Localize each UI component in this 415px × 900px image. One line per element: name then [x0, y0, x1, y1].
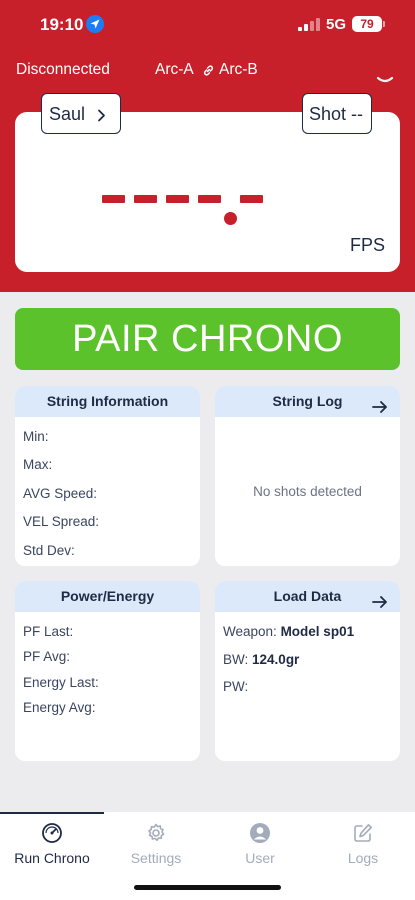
- status-time: 19:10: [40, 15, 84, 34]
- tab-label: Run Chrono: [14, 850, 90, 866]
- card-title: Power/Energy: [15, 581, 200, 612]
- cellular-signal-icon: [298, 18, 320, 31]
- tab-run-chrono[interactable]: Run Chrono: [0, 822, 104, 872]
- power-energy-card: Power/Energy PF Last: PF Avg: Energy Las…: [15, 581, 200, 761]
- tab-label: Logs: [347, 850, 379, 866]
- pf-avg-label: PF Avg:: [23, 649, 71, 664]
- battery-icon: 79: [352, 16, 382, 32]
- pair-chrono-button[interactable]: PAIR CHRONO: [15, 308, 400, 370]
- battery-tip: [383, 21, 385, 27]
- loading-spinner-icon: [376, 72, 394, 90]
- pw-label: PW:: [223, 679, 249, 694]
- speedometer-icon: [41, 822, 63, 844]
- user-name: Saul: [49, 104, 86, 124]
- link-icon: [201, 63, 216, 83]
- gear-icon: [145, 822, 167, 844]
- energy-last-label: Energy Last:: [23, 675, 99, 690]
- max-label: Max:: [23, 457, 53, 472]
- network-type: 5G: [326, 16, 347, 33]
- avg-speed-label: AVG Speed:: [23, 486, 98, 501]
- string-log-card[interactable]: String Log No shots detected: [215, 386, 400, 566]
- arrow-right-icon[interactable]: [372, 394, 388, 425]
- velocity-digit-placeholder: [102, 195, 125, 203]
- bw-value: 124.0gr: [252, 652, 300, 667]
- velocity-digit-placeholder: [198, 195, 221, 203]
- chrono-display: [15, 112, 400, 272]
- tab-user[interactable]: User: [208, 822, 312, 872]
- tab-label: Settings: [130, 850, 182, 866]
- user-select-button[interactable]: Saul: [41, 93, 121, 134]
- load-data-title: Load Data: [273, 588, 342, 604]
- tab-settings[interactable]: Settings: [104, 822, 208, 872]
- device-a-label: Arc-A: [155, 61, 194, 78]
- weapon-label: Weapon:: [223, 624, 277, 639]
- shot-label: Shot --: [309, 104, 364, 124]
- tab-logs[interactable]: Logs: [311, 822, 415, 872]
- min-label: Min:: [23, 429, 49, 444]
- string-log-title: String Log: [272, 393, 343, 409]
- bw-label: BW:: [223, 652, 249, 667]
- weapon-field: Weapon: Model sp01: [223, 624, 354, 639]
- weapon-value: Model sp01: [280, 624, 355, 639]
- active-tab-indicator: [0, 812, 104, 814]
- device-b-label: Arc-B: [219, 61, 258, 78]
- card-title: String Information: [15, 386, 200, 417]
- decimal-point-indicator: [224, 212, 237, 225]
- std-dev-label: Std Dev:: [23, 543, 75, 558]
- vel-spread-label: VEL Spread:: [23, 514, 100, 529]
- string-information-card: String Information Min: Max: AVG Speed: …: [15, 386, 200, 566]
- shot-counter-button[interactable]: Shot --: [302, 93, 372, 134]
- home-indicator: [134, 885, 281, 890]
- pf-last-label: PF Last:: [23, 624, 74, 639]
- velocity-digit-placeholder: [240, 195, 263, 203]
- load-data-card[interactable]: Load Data Weapon: Model sp01 BW: 124.0gr…: [215, 581, 400, 761]
- tab-label: User: [245, 850, 275, 866]
- card-title: Load Data: [215, 581, 400, 612]
- connection-status: Disconnected: [16, 61, 110, 78]
- location-arrow-icon: [86, 15, 104, 33]
- chevron-right-icon: [97, 109, 106, 127]
- empty-state-text: No shots detected: [253, 484, 362, 499]
- user-icon: [249, 822, 271, 844]
- energy-avg-label: Energy Avg:: [23, 700, 96, 715]
- bw-field: BW: 124.0gr: [223, 652, 299, 667]
- edit-icon: [352, 822, 374, 844]
- velocity-digit-placeholder: [134, 195, 157, 203]
- velocity-unit: FPS: [350, 235, 386, 255]
- arrow-right-icon[interactable]: [372, 589, 388, 620]
- card-title: String Log: [215, 386, 400, 417]
- velocity-digit-placeholder: [166, 195, 189, 203]
- status-bar: 19:10 5G 79: [0, 0, 415, 50]
